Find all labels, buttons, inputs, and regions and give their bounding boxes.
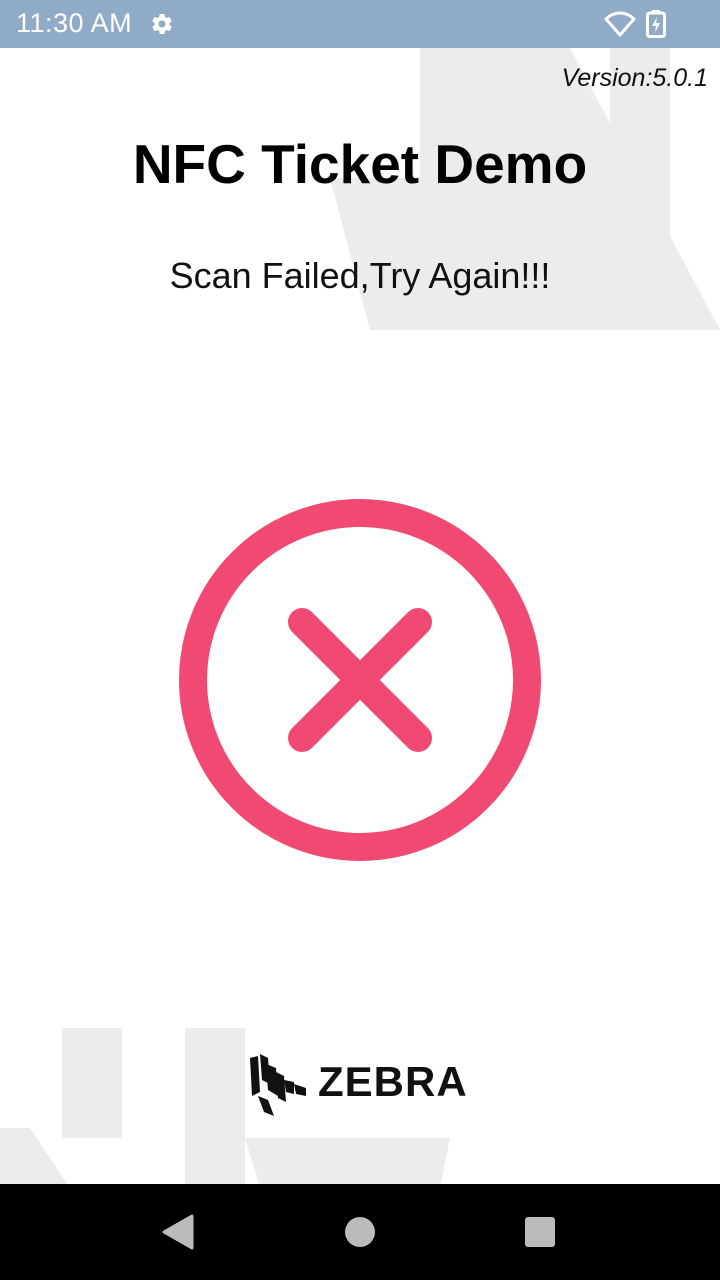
zebra-head-icon [250,1054,306,1116]
home-button[interactable] [345,1217,375,1247]
page-title: NFC Ticket Demo [132,133,588,195]
version-label: Version:5.0.1 [561,64,708,92]
status-time: 11:30 AM [16,8,133,38]
wifi-icon [604,11,636,37]
zebra-logo: ZEBRA [248,1050,474,1120]
back-button[interactable] [160,1212,196,1252]
navigation-bar [0,1184,720,1280]
gear-icon [152,14,172,35]
battery-charging-icon [646,10,666,38]
main-screen: Version:5.0.1 NFC Ticket Demo Scan Faile… [0,48,720,1184]
recents-button[interactable] [525,1217,555,1247]
scan-status-message: Scan Failed,Try Again!!! [169,255,551,296]
status-bar: 11:30 AM [0,0,720,48]
close-circle-icon [179,499,541,861]
logo-text: ZEBRA [318,1058,468,1105]
